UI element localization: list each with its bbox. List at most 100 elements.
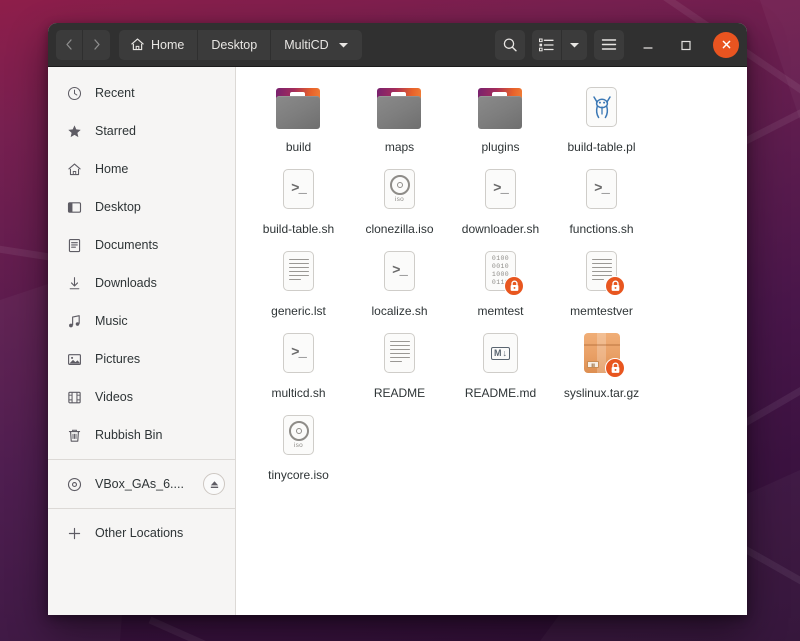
file-list-view[interactable]: build maps plugins build-table.pl >_ build-ta… bbox=[236, 67, 747, 615]
file-name-label: memtest bbox=[477, 304, 524, 318]
breadcrumb-label-multicd: MultiCD bbox=[284, 37, 329, 52]
file-name-label: README bbox=[373, 386, 426, 400]
lock-emblem-icon bbox=[605, 276, 625, 296]
sidebar-item-starred[interactable]: Starred bbox=[48, 112, 235, 150]
view-mode-split-button bbox=[532, 29, 587, 60]
sidebar-item-other-locations[interactable]: Other Locations bbox=[48, 514, 235, 552]
navigation-buttons bbox=[56, 29, 110, 60]
iso-image-icon: iso bbox=[384, 169, 415, 209]
file-icon bbox=[274, 85, 323, 134]
sidebar-item-rubbish-bin[interactable]: Rubbish Bin bbox=[48, 416, 235, 454]
perl-script-icon bbox=[586, 87, 617, 127]
file-name-label: multicd.sh bbox=[271, 386, 326, 400]
file-name-label: syslinux.tar.gz bbox=[563, 386, 640, 400]
list-view-icon bbox=[539, 38, 554, 51]
forward-button[interactable] bbox=[83, 29, 110, 60]
sidebar-item-pictures[interactable]: Pictures bbox=[48, 340, 235, 378]
file-item[interactable]: |||| syslinux.tar.gz bbox=[551, 327, 652, 409]
download-icon bbox=[66, 275, 83, 292]
iso-image-icon: iso bbox=[283, 415, 314, 455]
sidebar-item-label: Music bbox=[95, 314, 128, 328]
file-name-label: tinycore.iso bbox=[268, 468, 329, 482]
file-item[interactable]: generic.lst bbox=[248, 245, 349, 327]
desktop-icon bbox=[66, 199, 83, 216]
file-item[interactable]: plugins bbox=[450, 81, 551, 163]
breadcrumb-item-home[interactable]: Home bbox=[119, 29, 199, 60]
sidebar-separator bbox=[48, 508, 235, 509]
file-item[interactable]: build bbox=[248, 81, 349, 163]
breadcrumb-label-desktop: Desktop bbox=[211, 37, 258, 52]
sidebar-item-recent[interactable]: Recent bbox=[48, 74, 235, 112]
shell-script-icon: >_ bbox=[485, 169, 516, 209]
chevron-down-icon bbox=[570, 42, 579, 47]
breadcrumb-item-multicd[interactable]: MultiCD bbox=[271, 29, 362, 60]
file-name-label: plugins bbox=[481, 140, 520, 154]
file-item[interactable]: iso tinycore.iso bbox=[248, 409, 349, 491]
sidebar-separator bbox=[48, 459, 235, 460]
sidebar-item-documents[interactable]: Documents bbox=[48, 226, 235, 264]
file-icon: >_ bbox=[274, 167, 323, 216]
file-name-label: generic.lst bbox=[271, 304, 326, 318]
shell-script-icon: >_ bbox=[283, 169, 314, 209]
main-menu-button[interactable] bbox=[594, 29, 624, 60]
file-icon: >_ bbox=[476, 167, 525, 216]
folder-icon bbox=[375, 88, 423, 132]
file-name-label: downloader.sh bbox=[461, 222, 540, 236]
search-icon bbox=[503, 37, 517, 51]
maximize-icon bbox=[681, 40, 691, 50]
search-button[interactable] bbox=[495, 29, 525, 60]
file-icon bbox=[577, 85, 626, 134]
sidebar-item-videos[interactable]: Videos bbox=[48, 378, 235, 416]
file-icon: iso bbox=[274, 413, 323, 462]
music-icon bbox=[66, 313, 83, 330]
file-icon: >_ bbox=[577, 167, 626, 216]
sidebar-item-music[interactable]: Music bbox=[48, 302, 235, 340]
breadcrumb-label-home: Home bbox=[151, 37, 185, 52]
file-icon bbox=[274, 249, 323, 298]
file-item[interactable]: >_ multicd.sh bbox=[248, 327, 349, 409]
file-icon bbox=[375, 331, 424, 380]
file-name-label: README.md bbox=[464, 386, 537, 400]
file-item[interactable]: build-table.pl bbox=[551, 81, 652, 163]
sidebar-item-label: Downloads bbox=[95, 276, 157, 290]
file-icon bbox=[375, 85, 424, 134]
file-item[interactable]: iso clonezilla.iso bbox=[349, 163, 450, 245]
places-sidebar: Recent Starred Home Desktop Documents Do… bbox=[48, 67, 236, 615]
file-item[interactable]: >_ localize.sh bbox=[349, 245, 450, 327]
close-button[interactable] bbox=[713, 31, 739, 58]
file-item[interactable]: README bbox=[349, 327, 450, 409]
sidebar-item-vbox-gas[interactable]: VBox_GAs_6.... bbox=[48, 465, 235, 503]
breadcrumb-item-desktop[interactable]: Desktop bbox=[198, 29, 272, 60]
file-item[interactable]: >_ downloader.sh bbox=[450, 163, 551, 245]
file-item[interactable]: maps bbox=[349, 81, 450, 163]
sidebar-item-label: Other Locations bbox=[95, 526, 184, 540]
sidebar-item-label: Rubbish Bin bbox=[95, 428, 163, 442]
file-item[interactable]: memtestver bbox=[551, 245, 652, 327]
hamburger-menu-icon bbox=[601, 39, 617, 50]
chevron-left-icon bbox=[65, 39, 72, 50]
minimize-button[interactable] bbox=[634, 31, 662, 59]
eject-icon[interactable] bbox=[203, 473, 225, 495]
file-item[interactable]: M ↓ README.md bbox=[450, 327, 551, 409]
maximize-button[interactable] bbox=[672, 31, 700, 59]
file-name-label: localize.sh bbox=[371, 304, 428, 318]
view-list-button[interactable] bbox=[532, 29, 562, 60]
sidebar-item-desktop[interactable]: Desktop bbox=[48, 188, 235, 226]
sidebar-item-home[interactable]: Home bbox=[48, 150, 235, 188]
file-icon: |||| bbox=[577, 331, 626, 380]
trash-icon bbox=[66, 427, 83, 444]
file-item[interactable]: >_ functions.sh bbox=[551, 163, 652, 245]
file-item[interactable]: >_ build-table.sh bbox=[248, 163, 349, 245]
back-button[interactable] bbox=[56, 29, 83, 60]
file-name-label: build bbox=[285, 140, 312, 154]
sidebar-item-downloads[interactable]: Downloads bbox=[48, 264, 235, 302]
view-options-dropdown[interactable] bbox=[562, 29, 587, 60]
file-grid: build maps plugins build-table.pl >_ build-ta… bbox=[248, 81, 735, 491]
folder-icon bbox=[476, 88, 524, 132]
lock-emblem-icon bbox=[605, 358, 625, 378]
file-icon bbox=[476, 85, 525, 134]
chevron-down-icon[interactable] bbox=[338, 38, 349, 52]
disc-icon bbox=[66, 476, 83, 493]
shell-script-icon: >_ bbox=[283, 333, 314, 373]
file-item[interactable]: 0100 0010 1000 0110 memtest bbox=[450, 245, 551, 327]
